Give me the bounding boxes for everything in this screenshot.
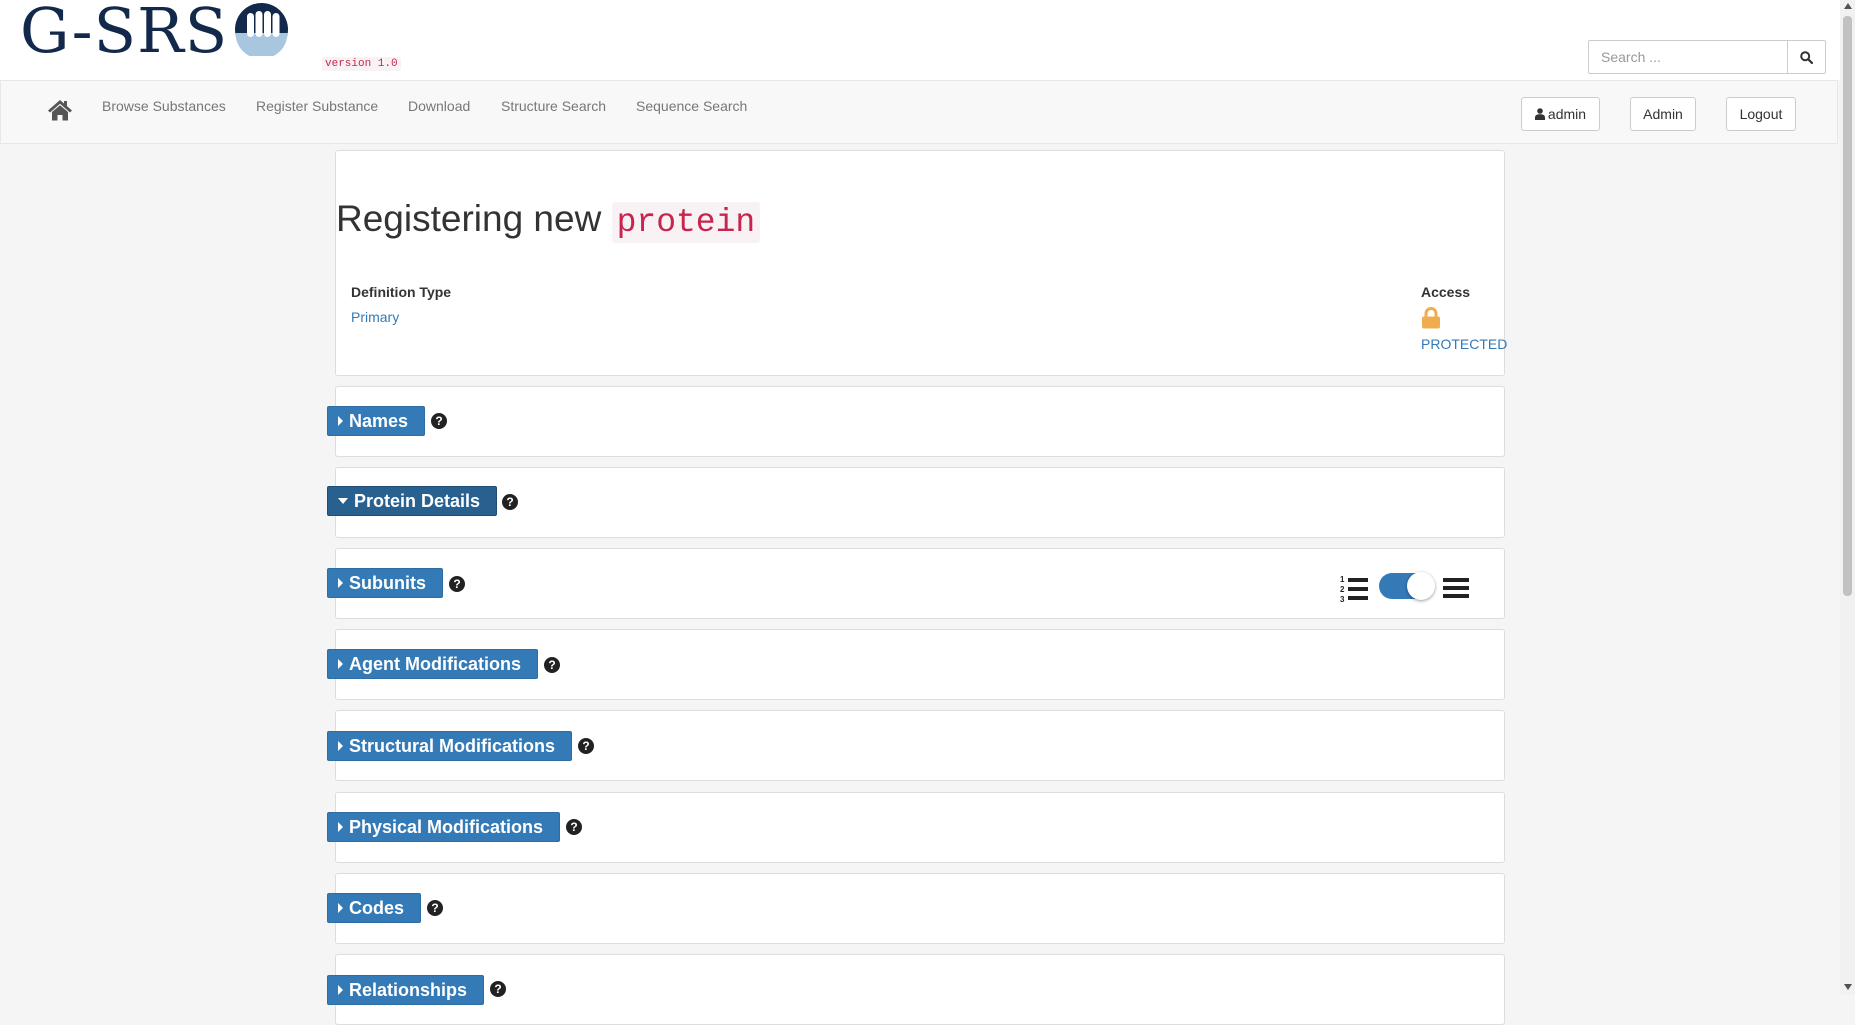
nav-structure-search[interactable]: Structure Search [501,98,606,114]
numbered-list-icon[interactable]: 1 2 3 [1340,574,1370,604]
scroll-down-arrow-icon[interactable] [1844,984,1852,990]
logo-text[interactable]: G-SRS [20,0,228,67]
search-icon [1800,50,1813,64]
search-button[interactable] [1788,40,1826,74]
caret-right-icon [338,822,343,832]
structural-modifications-toggle-button[interactable]: Structural Modifications [327,731,573,761]
protein-details-toggle-button[interactable]: Protein Details [327,486,498,516]
nav-sequence-search[interactable]: Sequence Search [636,98,747,114]
codes-section [335,873,1505,944]
names-section [335,386,1505,457]
scroll-up-arrow-icon[interactable] [1844,3,1852,9]
caret-right-icon [338,985,343,995]
definition-type-value[interactable]: Primary [351,309,399,325]
structural-modifications-label: Structural Modifications [349,735,556,756]
protein-details-label: Protein Details [354,490,481,511]
codes-toggle-button[interactable]: Codes [327,893,422,923]
physical-modifications-label: Physical Modifications [349,816,544,837]
header-bar: G-SRS version 1.0 [0,0,1840,80]
user-menu-label: admin [1547,106,1587,122]
main-navbar: Browse Substances Register Substance Dow… [0,80,1838,144]
substance-type-code: protein [611,202,761,243]
subunits-view-toggle[interactable] [1379,572,1435,600]
help-icon[interactable]: ? [502,494,518,510]
scrollbar-thumb[interactable] [1843,16,1852,596]
svg-text:2: 2 [1340,585,1345,594]
caret-down-icon [338,498,348,504]
physical-modifications-toggle-button[interactable]: Physical Modifications [327,812,561,842]
names-toggle-button[interactable]: Names [327,406,426,436]
access-value[interactable]: PROTECTED [1421,336,1507,352]
relationships-section [335,954,1505,1025]
caret-right-icon [338,659,343,669]
page-title: Registering new protein [336,198,761,243]
codes-label: Codes [349,897,405,918]
version-badge: version 1.0 [322,57,401,71]
search-bar [1588,40,1826,74]
help-icon[interactable]: ? [427,900,443,916]
user-icon [1534,108,1545,120]
help-icon[interactable]: ? [431,413,447,429]
caret-right-icon [338,741,343,751]
caret-right-icon [338,416,343,426]
nav-register-substance[interactable]: Register Substance [256,98,378,114]
caret-right-icon [338,903,343,913]
subunits-label: Subunits [349,572,426,593]
svg-text:3: 3 [1340,595,1345,604]
subunits-section [335,548,1505,619]
toggle-knob [1407,572,1435,600]
lock-icon[interactable] [1421,307,1441,329]
search-input[interactable] [1588,40,1788,74]
home-icon[interactable] [47,98,73,122]
help-icon[interactable]: ? [544,657,560,673]
access-label: Access [1421,284,1471,300]
relationships-toggle-button[interactable]: Relationships [327,975,485,1005]
svg-text:1: 1 [1340,575,1345,584]
user-menu-button[interactable]: admin [1521,97,1600,131]
nav-browse-substances[interactable]: Browse Substances [102,98,226,114]
nav-download[interactable]: Download [408,98,470,114]
relationships-label: Relationships [349,979,468,1000]
help-icon[interactable]: ? [578,738,594,754]
help-icon[interactable]: ? [449,576,465,592]
list-icon[interactable] [1443,577,1469,599]
substance-header-card [335,150,1505,376]
agent-modifications-label: Agent Modifications [349,653,521,674]
definition-type-label: Definition Type [351,284,452,300]
logo-icon[interactable] [235,3,288,56]
page-title-text: Registering new [336,198,602,239]
help-icon[interactable]: ? [566,819,582,835]
names-label: Names [349,410,409,431]
caret-right-icon [338,578,343,588]
admin-button[interactable]: Admin [1630,97,1696,131]
agent-modifications-toggle-button[interactable]: Agent Modifications [327,649,538,679]
logout-button[interactable]: Logout [1726,97,1796,131]
subunits-toggle-button[interactable]: Subunits [327,568,443,598]
